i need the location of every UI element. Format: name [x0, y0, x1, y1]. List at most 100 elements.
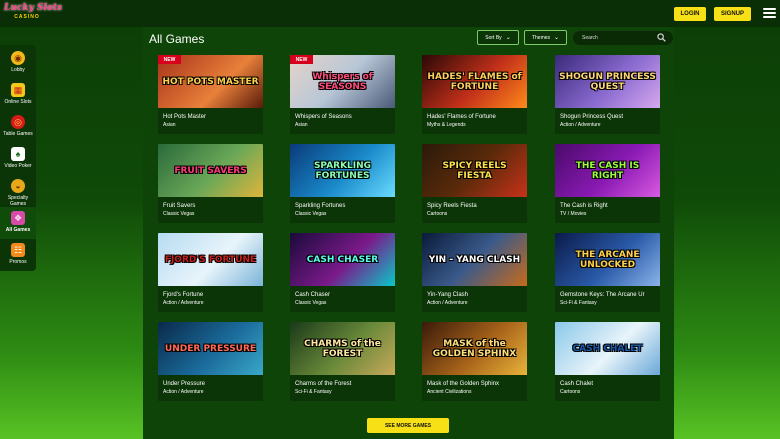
- lobby-icon: ◉: [11, 51, 25, 65]
- game-artwork-title: MASK of the GOLDEN SPHINX: [432, 338, 517, 359]
- game-title[interactable]: Cash Chalet: [560, 381, 593, 387]
- search-input[interactable]: [582, 33, 652, 43]
- sidebar-item-label: Specialty Games: [7, 195, 29, 207]
- roulette-icon: ◎: [11, 115, 25, 129]
- game-artwork-title: FRUIT SAVERS: [174, 165, 247, 176]
- game-thumbnail[interactable]: UNDER PRESSURE: [158, 322, 263, 375]
- game-card[interactable]: HOT POTS MASTER NEW Hot Pots Master Asian: [158, 55, 263, 134]
- sidebar-item-promos[interactable]: ☷ Promos: [0, 239, 36, 271]
- game-card[interactable]: YIN - YANG CLASH Yin-Yang Clash Action / A…: [422, 233, 527, 312]
- sidebar-item-online-slots[interactable]: ▦ Online Slots: [0, 79, 36, 111]
- game-artwork-title: CHARMS of the FOREST: [304, 338, 381, 359]
- game-card[interactable]: FRUIT SAVERS Fruit Savers Classic Vegas: [158, 144, 263, 223]
- logo-title: Lucky Slots: [4, 3, 63, 13]
- game-category: Action / Adventure: [163, 300, 204, 306]
- game-thumbnail[interactable]: YIN - YANG CLASH: [422, 233, 527, 286]
- new-badge: NEW: [158, 55, 181, 64]
- game-artwork-title: SHOGUN PRINCESS QUEST: [559, 71, 656, 92]
- game-category: Sci-Fi & Fantasy: [560, 300, 597, 306]
- game-card[interactable]: MASK of the GOLDEN SPHINX Mask of the Gol…: [422, 322, 527, 401]
- sidebar-item-label: Video Poker: [4, 163, 32, 169]
- themes-dropdown[interactable]: Themes ⌄: [524, 30, 567, 45]
- game-card[interactable]: UNDER PRESSURE Under Pressure Action / Adv…: [158, 322, 263, 401]
- signup-button[interactable]: SIGNUP: [714, 7, 751, 21]
- game-category: Action / Adventure: [560, 122, 601, 128]
- game-thumbnail[interactable]: Whispers of SEASONS NEW: [290, 55, 395, 108]
- game-title[interactable]: Shogun Princess Quest: [560, 114, 623, 120]
- game-thumbnail[interactable]: MASK of the GOLDEN SPHINX: [422, 322, 527, 375]
- game-title[interactable]: Spicy Reels Fiesta: [427, 203, 477, 209]
- game-card[interactable]: Whispers of SEASONS NEW Whispers of Season…: [290, 55, 395, 134]
- sidebar-item-label: All Games: [5, 227, 31, 233]
- sidebar-item-lobby[interactable]: ◉ Lobby: [0, 47, 36, 79]
- hamburger-menu-icon[interactable]: [763, 8, 776, 18]
- game-card[interactable]: THE ARCANE UNLOCKED Gemstone Keys: The Ar…: [555, 233, 660, 312]
- game-title[interactable]: The Cash is Right: [560, 203, 608, 209]
- game-artwork-title: HADES' FLAMES of FORTUNE: [427, 71, 522, 92]
- new-badge: NEW: [290, 55, 313, 64]
- game-category: Action / Adventure: [427, 300, 468, 306]
- page-title: All Games: [149, 32, 205, 46]
- slot-machine-icon: ▦: [11, 83, 25, 97]
- game-title[interactable]: Charms of the Forest: [295, 381, 351, 387]
- game-card[interactable]: FJORD'S FORTUNE Fjord's Fortune Action / A…: [158, 233, 263, 312]
- sidebar-item-label: Online Slots: [4, 99, 32, 105]
- search-icon[interactable]: [657, 33, 666, 42]
- game-thumbnail[interactable]: HADES' FLAMES of FORTUNE: [422, 55, 527, 108]
- game-title[interactable]: Yin-Yang Clash: [427, 292, 468, 298]
- game-thumbnail[interactable]: SHOGUN PRINCESS QUEST: [555, 55, 660, 108]
- logo-subtitle: CASINO: [14, 14, 40, 20]
- game-artwork-title: HOT POTS MASTER: [162, 76, 259, 87]
- game-card[interactable]: SHOGUN PRINCESS QUEST Shogun Princess Que…: [555, 55, 660, 134]
- game-thumbnail[interactable]: FRUIT SAVERS: [158, 144, 263, 197]
- game-thumbnail[interactable]: CASH CHASER: [290, 233, 395, 286]
- game-title[interactable]: Sparkling Fortunes: [295, 203, 345, 209]
- sidebar-item-video-poker[interactable]: ♠ Video Poker: [0, 143, 36, 175]
- game-title[interactable]: Hades' Flames of Fortune: [427, 114, 496, 120]
- game-artwork-title: SPICY REELS FIESTA: [442, 160, 507, 181]
- game-thumbnail[interactable]: THE CASH IS RIGHT: [555, 144, 660, 197]
- see-more-games-button[interactable]: SEE MORE GAMES: [367, 418, 449, 433]
- game-title[interactable]: Fjord's Fortune: [163, 292, 203, 298]
- game-artwork-title: SPARKLING FORTUNES: [313, 160, 372, 181]
- themes-label: Themes: [531, 34, 551, 41]
- search-box[interactable]: [573, 31, 673, 45]
- game-thumbnail[interactable]: CASH CHALET: [555, 322, 660, 375]
- sidebar-item-all-games[interactable]: ❖ All Games: [0, 207, 36, 239]
- sidebar-item-table-games[interactable]: ◎ Table Games: [0, 111, 36, 143]
- sidebar-item-label: Lobby: [11, 67, 25, 73]
- game-card[interactable]: SPICY REELS FIESTA Spicy Reels Fiesta Cart…: [422, 144, 527, 223]
- game-category: Classic Vegas: [295, 211, 327, 217]
- game-card[interactable]: CASH CHASER Cash Chaser Classic Vegas: [290, 233, 395, 312]
- game-category: Asian: [295, 122, 308, 128]
- game-thumbnail[interactable]: CHARMS of the FOREST: [290, 322, 395, 375]
- game-title[interactable]: Whispers of Seasons: [295, 114, 352, 120]
- game-card[interactable]: SPARKLING FORTUNES Sparkling Fortunes Clas…: [290, 144, 395, 223]
- game-card[interactable]: THE CASH IS RIGHT The Cash is Right TV / M…: [555, 144, 660, 223]
- casino-logo[interactable]: Lucky Slots CASINO: [4, 3, 63, 24]
- game-card[interactable]: CASH CHALET Cash Chalet Cartoons: [555, 322, 660, 401]
- game-category: Myths & Legends: [427, 122, 466, 128]
- game-card[interactable]: CHARMS of the FOREST Charms of the Forest…: [290, 322, 395, 401]
- game-thumbnail[interactable]: FJORD'S FORTUNE: [158, 233, 263, 286]
- game-title[interactable]: Mask of the Golden Sphinx: [427, 381, 499, 387]
- chevron-down-icon: ⌄: [554, 35, 560, 41]
- game-title[interactable]: Fruit Savers: [163, 203, 195, 209]
- game-artwork-title: THE ARCANE UNLOCKED: [575, 249, 640, 270]
- sort-by-dropdown[interactable]: Sort By ⌄: [477, 30, 519, 45]
- game-thumbnail[interactable]: HOT POTS MASTER NEW: [158, 55, 263, 108]
- specialty-games-icon: ◒: [11, 179, 25, 193]
- game-title[interactable]: Gemstone Keys: The Arcane Ur: [560, 292, 645, 298]
- game-thumbnail[interactable]: SPARKLING FORTUNES: [290, 144, 395, 197]
- all-games-icon: ❖: [11, 211, 25, 225]
- top-bar: Lucky Slots CASINO LOGIN SIGNUP: [0, 0, 780, 27]
- login-button[interactable]: LOGIN: [674, 7, 706, 21]
- game-thumbnail[interactable]: SPICY REELS FIESTA: [422, 144, 527, 197]
- game-card[interactable]: HADES' FLAMES of FORTUNE Hades' Flames of…: [422, 55, 527, 134]
- game-title[interactable]: Under Pressure: [163, 381, 205, 387]
- sidebar-item-specialty-games[interactable]: ◒ Specialty Games: [0, 175, 36, 209]
- game-thumbnail[interactable]: THE ARCANE UNLOCKED: [555, 233, 660, 286]
- game-title[interactable]: Cash Chaser: [295, 292, 330, 298]
- game-title[interactable]: Hot Pots Master: [163, 114, 206, 120]
- game-artwork-title: FJORD'S FORTUNE: [164, 254, 257, 265]
